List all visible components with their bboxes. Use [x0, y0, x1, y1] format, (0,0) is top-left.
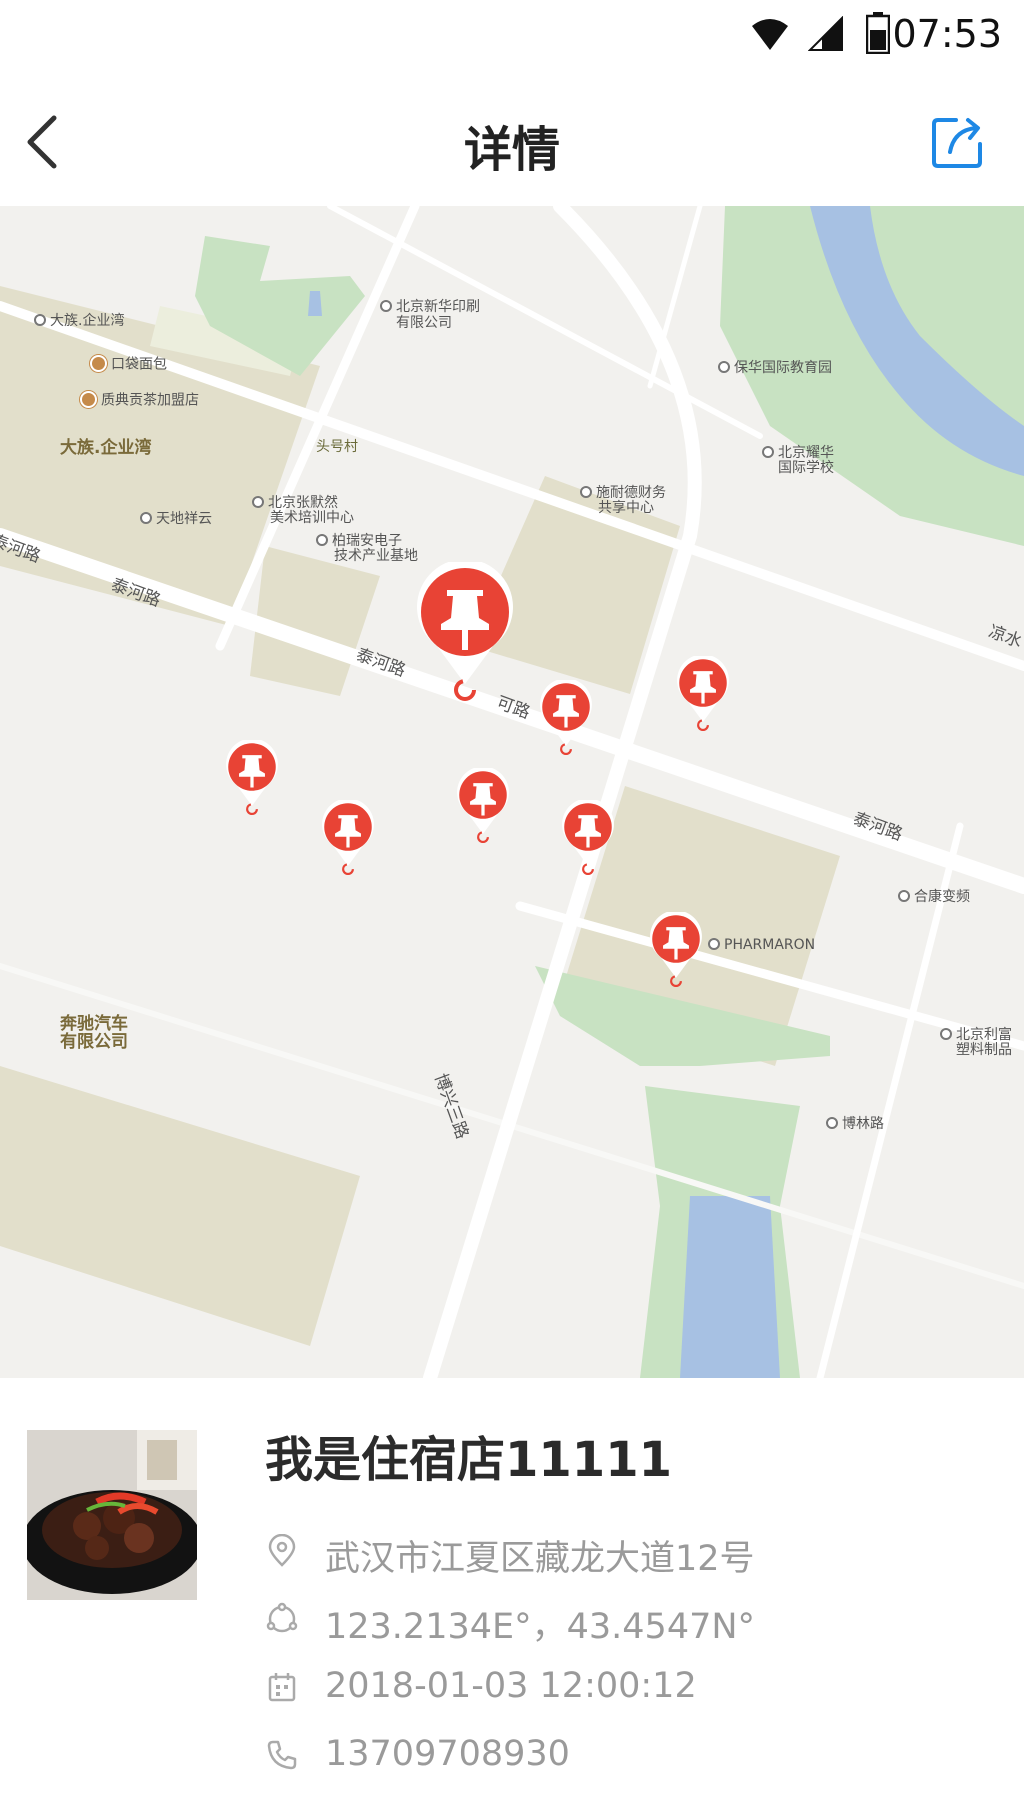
detail-panel: 我是住宿店11111 武汉市江夏区藏龙大道12号 123.2134E°，43.4…	[0, 1378, 1024, 1820]
map-label: 北京张默然	[252, 496, 338, 511]
phone-icon	[267, 1740, 297, 1770]
wifi-icon	[752, 19, 788, 50]
map-view[interactable]: 大族.企业湾 口袋面包 质典贡茶加盟店 大族.企业湾 天地祥云 北京新华印刷 有…	[0, 206, 1024, 1378]
pushpin-icon	[562, 800, 614, 876]
map-label: 口袋面包	[90, 355, 167, 373]
map-label: 天地祥云	[140, 512, 212, 527]
time-text: 2018-01-03 12:00:12	[325, 1666, 697, 1706]
map-label: 奔驰汽车	[60, 1014, 128, 1034]
map-label: 柏瑞安电子	[316, 534, 402, 549]
map-pin[interactable]	[649, 912, 703, 990]
shop-name: 我是住宿店11111	[265, 1432, 672, 1488]
compass-icon	[266, 1602, 298, 1633]
map-pin[interactable]	[539, 680, 593, 758]
pushpin-icon	[677, 656, 729, 732]
map-label: 施耐德财务	[580, 486, 666, 501]
battery-icon	[866, 12, 890, 54]
map-label: 北京新华印刷	[380, 300, 480, 315]
map-label: 博林路	[826, 1117, 884, 1132]
map-pin[interactable]	[321, 800, 375, 878]
map-pin[interactable]	[676, 656, 730, 734]
map-label: 大族.企业湾	[60, 438, 152, 458]
status-time: 07:53	[892, 12, 1002, 56]
map-pin[interactable]	[561, 800, 615, 878]
map-label: 质典贡茶加盟店	[80, 391, 199, 409]
calendar-icon	[268, 1673, 296, 1702]
signal-icon	[808, 16, 843, 51]
address-text: 武汉市江夏区藏龙大道12号	[325, 1539, 755, 1579]
pushpin-icon	[322, 800, 374, 876]
share-icon	[932, 118, 982, 168]
pushpin-icon	[540, 680, 592, 756]
header: 详情	[0, 76, 1024, 206]
map-label: 美术培训中心	[270, 510, 354, 526]
map-label: 合康变频	[898, 890, 970, 905]
shop-thumbnail[interactable]	[27, 1430, 197, 1600]
map-background	[0, 206, 1024, 1378]
phone-text[interactable]: 13709708930	[325, 1734, 570, 1774]
location-pin-icon	[268, 1534, 296, 1567]
share-button[interactable]	[930, 114, 986, 170]
pushpin-icon	[457, 768, 509, 844]
map-label: 头号村	[316, 439, 358, 455]
map-label: 共享中心	[598, 500, 654, 516]
map-pin-selected[interactable]	[415, 562, 515, 707]
map-label: PHARMARON	[708, 938, 815, 953]
map-label: 国际学校	[778, 460, 834, 476]
map-pin[interactable]	[225, 740, 279, 818]
map-label: 技术产业基地	[334, 548, 418, 564]
map-label: 北京耀华	[762, 446, 834, 461]
map-label: 大族.企业湾	[34, 314, 124, 329]
map-label: 有限公司	[396, 315, 452, 331]
pushpin-icon	[650, 912, 702, 988]
page-title: 详情	[463, 122, 560, 178]
map-label: 北京利富	[940, 1028, 1012, 1043]
map-label: 塑料制品	[956, 1042, 1012, 1058]
status-bar: 07:53	[0, 0, 1024, 76]
map-label: 有限公司	[60, 1032, 128, 1052]
pushpin-icon	[417, 562, 513, 701]
map-pin[interactable]	[456, 768, 510, 846]
food-photo	[27, 1430, 197, 1600]
coords-text: 123.2134E°，43.4547N°	[325, 1607, 756, 1647]
map-label: 保华国际教育园	[718, 361, 832, 376]
pushpin-icon	[226, 740, 278, 816]
